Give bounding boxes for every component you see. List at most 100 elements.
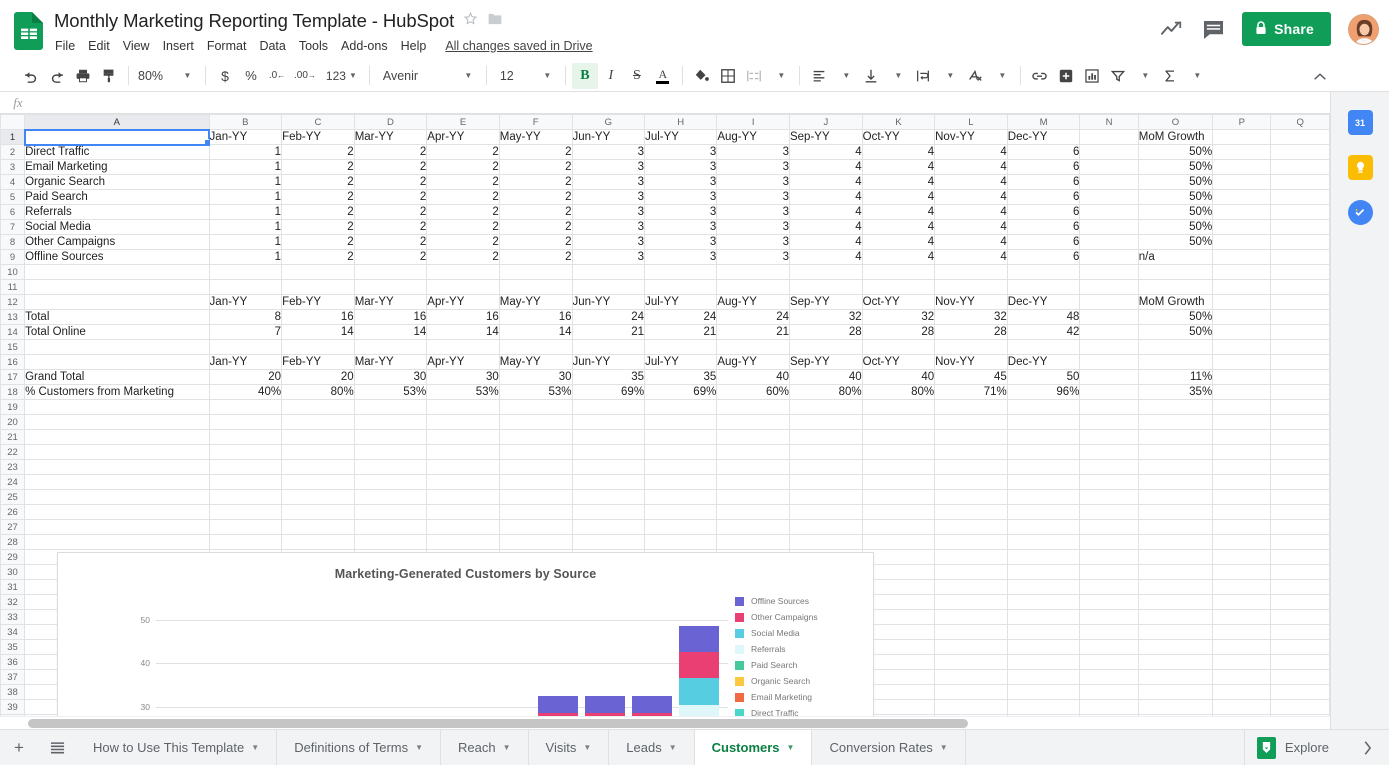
cell-C10[interactable] bbox=[282, 265, 355, 280]
row-header-29[interactable]: 29 bbox=[1, 550, 25, 565]
cell-M16[interactable]: Dec-YY bbox=[1007, 355, 1080, 370]
chart-bar-group[interactable] bbox=[488, 587, 535, 729]
cell-A16[interactable] bbox=[25, 355, 209, 370]
row-header-26[interactable]: 26 bbox=[1, 505, 25, 520]
cell-H17[interactable]: 35 bbox=[645, 370, 717, 385]
chevron-down-icon[interactable]: ▼ bbox=[940, 743, 948, 752]
cell-B4[interactable]: 1 bbox=[209, 175, 282, 190]
text-rotation-caret[interactable]: ▼ bbox=[988, 63, 1014, 89]
cell-I27[interactable] bbox=[717, 520, 790, 535]
cell-O16[interactable] bbox=[1138, 355, 1212, 370]
cell-C4[interactable]: 2 bbox=[282, 175, 355, 190]
row-header-11[interactable]: 11 bbox=[1, 280, 25, 295]
sheet-tab-leads[interactable]: Leads ▼ bbox=[609, 730, 694, 765]
cell-Q22[interactable] bbox=[1271, 445, 1330, 460]
cell-O38[interactable] bbox=[1138, 685, 1212, 700]
cell-J11[interactable] bbox=[789, 280, 862, 295]
cell-O29[interactable] bbox=[1138, 550, 1212, 565]
cell-M2[interactable]: 6 bbox=[1007, 145, 1080, 160]
cell-I11[interactable] bbox=[717, 280, 790, 295]
cell-N3[interactable] bbox=[1080, 160, 1138, 175]
cell-N7[interactable] bbox=[1080, 220, 1138, 235]
cell-G26[interactable] bbox=[572, 505, 645, 520]
cell-M25[interactable] bbox=[1007, 490, 1080, 505]
cell-N17[interactable] bbox=[1080, 370, 1138, 385]
cell-G27[interactable] bbox=[572, 520, 645, 535]
cell-O23[interactable] bbox=[1138, 460, 1212, 475]
cell-O5[interactable]: 50% bbox=[1138, 190, 1212, 205]
cell-N1[interactable] bbox=[1080, 130, 1138, 145]
cell-Q17[interactable] bbox=[1271, 370, 1330, 385]
cell-I15[interactable] bbox=[717, 340, 790, 355]
cell-K11[interactable] bbox=[862, 280, 934, 295]
column-header-N[interactable]: N bbox=[1080, 115, 1138, 130]
cell-C5[interactable]: 2 bbox=[282, 190, 355, 205]
cell-I20[interactable] bbox=[717, 415, 790, 430]
cell-I5[interactable]: 3 bbox=[717, 190, 790, 205]
cell-M9[interactable]: 6 bbox=[1007, 250, 1080, 265]
cell-P14[interactable] bbox=[1213, 325, 1271, 340]
cell-L8[interactable]: 4 bbox=[935, 235, 1008, 250]
cell-Q23[interactable] bbox=[1271, 460, 1330, 475]
cell-E12[interactable]: Apr-YY bbox=[427, 295, 499, 310]
cell-E22[interactable] bbox=[427, 445, 499, 460]
cell-Q37[interactable] bbox=[1271, 670, 1330, 685]
cell-A19[interactable] bbox=[25, 400, 209, 415]
cell-G25[interactable] bbox=[572, 490, 645, 505]
row-header-33[interactable]: 33 bbox=[1, 610, 25, 625]
cell-L25[interactable] bbox=[935, 490, 1008, 505]
cell-F4[interactable]: 2 bbox=[499, 175, 572, 190]
cell-A28[interactable] bbox=[25, 535, 209, 550]
cell-H27[interactable] bbox=[645, 520, 717, 535]
row-header-34[interactable]: 34 bbox=[1, 625, 25, 640]
cell-G16[interactable]: Jun-YY bbox=[572, 355, 645, 370]
cell-P38[interactable] bbox=[1213, 685, 1271, 700]
cell-N19[interactable] bbox=[1080, 400, 1138, 415]
cell-P3[interactable] bbox=[1213, 160, 1271, 175]
cell-H11[interactable] bbox=[645, 280, 717, 295]
cell-Q14[interactable] bbox=[1271, 325, 1330, 340]
cell-F6[interactable]: 2 bbox=[499, 205, 572, 220]
cell-E19[interactable] bbox=[427, 400, 499, 415]
cell-L23[interactable] bbox=[935, 460, 1008, 475]
cell-L22[interactable] bbox=[935, 445, 1008, 460]
row-header-36[interactable]: 36 bbox=[1, 655, 25, 670]
chart-bar-group[interactable] bbox=[440, 587, 487, 729]
column-header-C[interactable]: C bbox=[282, 115, 355, 130]
cell-I3[interactable]: 3 bbox=[717, 160, 790, 175]
cell-J15[interactable] bbox=[789, 340, 862, 355]
cell-G10[interactable] bbox=[572, 265, 645, 280]
row-header-6[interactable]: 6 bbox=[1, 205, 25, 220]
cell-P10[interactable] bbox=[1213, 265, 1271, 280]
cell-L15[interactable] bbox=[935, 340, 1008, 355]
cell-B16[interactable]: Jan-YY bbox=[209, 355, 282, 370]
font-size-caret[interactable]: ▼ bbox=[533, 63, 559, 89]
cell-I12[interactable]: Aug-YY bbox=[717, 295, 790, 310]
column-header-M[interactable]: M bbox=[1007, 115, 1080, 130]
cell-L11[interactable] bbox=[935, 280, 1008, 295]
sigma-icon[interactable] bbox=[1157, 63, 1183, 89]
cell-A11[interactable] bbox=[25, 280, 209, 295]
cell-F24[interactable] bbox=[499, 475, 572, 490]
cell-Q32[interactable] bbox=[1271, 595, 1330, 610]
cell-E26[interactable] bbox=[427, 505, 499, 520]
cell-E17[interactable]: 30 bbox=[427, 370, 499, 385]
cell-N8[interactable] bbox=[1080, 235, 1138, 250]
cell-K1[interactable]: Oct-YY bbox=[862, 130, 934, 145]
cell-A13[interactable]: Total bbox=[25, 310, 209, 325]
cell-O19[interactable] bbox=[1138, 400, 1212, 415]
cell-G15[interactable] bbox=[572, 340, 645, 355]
save-status-text[interactable]: All changes saved in Drive bbox=[445, 39, 592, 53]
cell-I22[interactable] bbox=[717, 445, 790, 460]
horizontal-scroll-thumb[interactable] bbox=[28, 719, 968, 728]
cell-J21[interactable] bbox=[789, 430, 862, 445]
cell-M7[interactable]: 6 bbox=[1007, 220, 1080, 235]
chart-bar-group[interactable] bbox=[676, 587, 723, 729]
row-header-27[interactable]: 27 bbox=[1, 520, 25, 535]
cell-B26[interactable] bbox=[209, 505, 282, 520]
formula-input[interactable] bbox=[36, 96, 1389, 110]
cell-N2[interactable] bbox=[1080, 145, 1138, 160]
cell-M15[interactable] bbox=[1007, 340, 1080, 355]
column-header-P[interactable]: P bbox=[1213, 115, 1271, 130]
cell-K13[interactable]: 32 bbox=[862, 310, 934, 325]
